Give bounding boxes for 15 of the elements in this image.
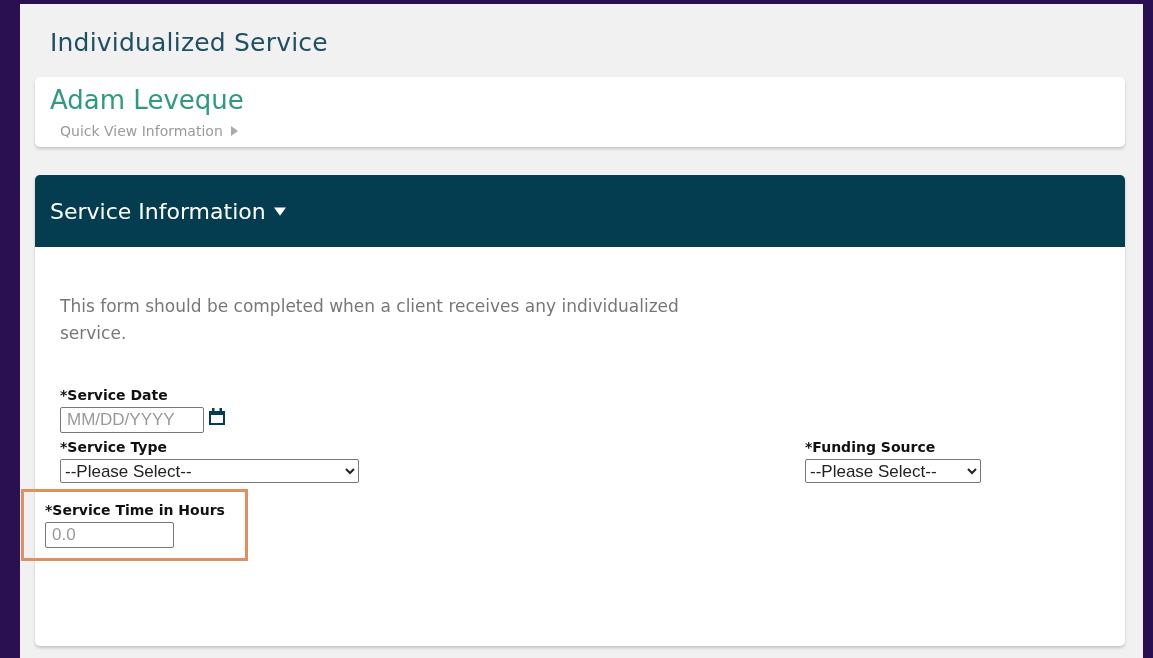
client-name: Adam Leveque <box>50 85 245 115</box>
dropdown-field[interactable]: --Please Select-- <box>805 459 981 483</box>
page-title: Individualized Service <box>50 28 329 57</box>
calendar-icon[interactable] <box>207 407 227 427</box>
field-label: *Service Time in Hours <box>45 502 225 518</box>
field-label: *Service Date <box>60 387 169 403</box>
field-label: *Service Type <box>60 439 168 455</box>
hours-field[interactable]: 0.0 <box>45 522 174 548</box>
dropdown-field[interactable]: --Please Select-- <box>60 459 359 483</box>
caret-icon <box>273 205 286 217</box>
section-header[interactable]: Service Information <box>35 175 1125 247</box>
form-intro: This form should be completed when a client receives any individualized service. <box>60 295 680 345</box>
field-label: *Funding Source <box>805 439 937 455</box>
caret-icon <box>228 126 239 136</box>
date-field[interactable]: MM/DD/YYYY <box>60 407 204 433</box>
